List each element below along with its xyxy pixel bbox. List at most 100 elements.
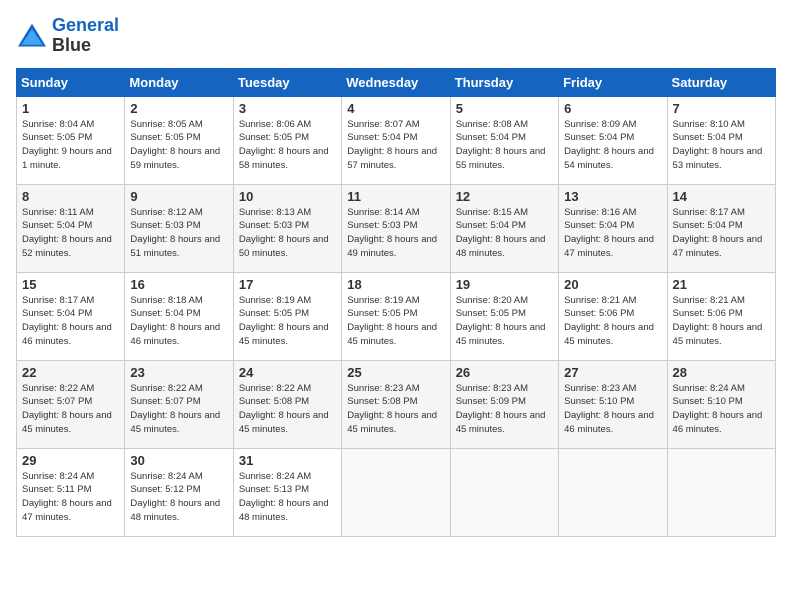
- day-info: Sunrise: 8:17 AM Sunset: 5:04 PM Dayligh…: [673, 206, 770, 261]
- calendar-cell: 7 Sunrise: 8:10 AM Sunset: 5:04 PM Dayli…: [667, 96, 775, 184]
- day-number: 29: [22, 453, 119, 468]
- day-number: 12: [456, 189, 553, 204]
- day-number: 27: [564, 365, 661, 380]
- day-number: 30: [130, 453, 227, 468]
- weekday-header: Monday: [125, 68, 233, 96]
- day-info: Sunrise: 8:24 AM Sunset: 5:10 PM Dayligh…: [673, 382, 770, 437]
- logo-text: General Blue: [52, 16, 119, 56]
- calendar-cell: 26 Sunrise: 8:23 AM Sunset: 5:09 PM Dayl…: [450, 360, 558, 448]
- day-info: Sunrise: 8:18 AM Sunset: 5:04 PM Dayligh…: [130, 294, 227, 349]
- calendar-cell: 10 Sunrise: 8:13 AM Sunset: 5:03 PM Dayl…: [233, 184, 341, 272]
- day-number: 24: [239, 365, 336, 380]
- day-info: Sunrise: 8:22 AM Sunset: 5:08 PM Dayligh…: [239, 382, 336, 437]
- day-number: 19: [456, 277, 553, 292]
- calendar-cell: 8 Sunrise: 8:11 AM Sunset: 5:04 PM Dayli…: [17, 184, 125, 272]
- day-number: 28: [673, 365, 770, 380]
- weekday-header: Friday: [559, 68, 667, 96]
- calendar-cell: 2 Sunrise: 8:05 AM Sunset: 5:05 PM Dayli…: [125, 96, 233, 184]
- calendar-cell: 19 Sunrise: 8:20 AM Sunset: 5:05 PM Dayl…: [450, 272, 558, 360]
- calendar-header-row: SundayMondayTuesdayWednesdayThursdayFrid…: [17, 68, 776, 96]
- calendar-week-row: 29 Sunrise: 8:24 AM Sunset: 5:11 PM Dayl…: [17, 448, 776, 536]
- calendar-cell: 31 Sunrise: 8:24 AM Sunset: 5:13 PM Dayl…: [233, 448, 341, 536]
- calendar-table: SundayMondayTuesdayWednesdayThursdayFrid…: [16, 68, 776, 537]
- calendar-week-row: 1 Sunrise: 8:04 AM Sunset: 5:05 PM Dayli…: [17, 96, 776, 184]
- day-number: 23: [130, 365, 227, 380]
- calendar-cell: [559, 448, 667, 536]
- calendar-cell: 1 Sunrise: 8:04 AM Sunset: 5:05 PM Dayli…: [17, 96, 125, 184]
- day-number: 11: [347, 189, 444, 204]
- day-number: 10: [239, 189, 336, 204]
- day-info: Sunrise: 8:08 AM Sunset: 5:04 PM Dayligh…: [456, 118, 553, 173]
- calendar-cell: 17 Sunrise: 8:19 AM Sunset: 5:05 PM Dayl…: [233, 272, 341, 360]
- calendar-week-row: 8 Sunrise: 8:11 AM Sunset: 5:04 PM Dayli…: [17, 184, 776, 272]
- day-number: 1: [22, 101, 119, 116]
- calendar-cell: 27 Sunrise: 8:23 AM Sunset: 5:10 PM Dayl…: [559, 360, 667, 448]
- day-number: 14: [673, 189, 770, 204]
- calendar-cell: 18 Sunrise: 8:19 AM Sunset: 5:05 PM Dayl…: [342, 272, 450, 360]
- day-number: 22: [22, 365, 119, 380]
- day-info: Sunrise: 8:19 AM Sunset: 5:05 PM Dayligh…: [347, 294, 444, 349]
- logo-icon: [16, 22, 48, 50]
- day-number: 17: [239, 277, 336, 292]
- day-info: Sunrise: 8:23 AM Sunset: 5:08 PM Dayligh…: [347, 382, 444, 437]
- calendar-week-row: 22 Sunrise: 8:22 AM Sunset: 5:07 PM Dayl…: [17, 360, 776, 448]
- day-info: Sunrise: 8:13 AM Sunset: 5:03 PM Dayligh…: [239, 206, 336, 261]
- calendar-cell: 6 Sunrise: 8:09 AM Sunset: 5:04 PM Dayli…: [559, 96, 667, 184]
- calendar-cell: 25 Sunrise: 8:23 AM Sunset: 5:08 PM Dayl…: [342, 360, 450, 448]
- logo: General Blue: [16, 16, 119, 56]
- calendar-cell: 9 Sunrise: 8:12 AM Sunset: 5:03 PM Dayli…: [125, 184, 233, 272]
- calendar-week-row: 15 Sunrise: 8:17 AM Sunset: 5:04 PM Dayl…: [17, 272, 776, 360]
- day-info: Sunrise: 8:11 AM Sunset: 5:04 PM Dayligh…: [22, 206, 119, 261]
- calendar-cell: 30 Sunrise: 8:24 AM Sunset: 5:12 PM Dayl…: [125, 448, 233, 536]
- calendar-cell: 4 Sunrise: 8:07 AM Sunset: 5:04 PM Dayli…: [342, 96, 450, 184]
- calendar-cell: 13 Sunrise: 8:16 AM Sunset: 5:04 PM Dayl…: [559, 184, 667, 272]
- day-number: 8: [22, 189, 119, 204]
- day-info: Sunrise: 8:15 AM Sunset: 5:04 PM Dayligh…: [456, 206, 553, 261]
- day-info: Sunrise: 8:22 AM Sunset: 5:07 PM Dayligh…: [130, 382, 227, 437]
- day-number: 2: [130, 101, 227, 116]
- calendar-cell: 24 Sunrise: 8:22 AM Sunset: 5:08 PM Dayl…: [233, 360, 341, 448]
- day-number: 5: [456, 101, 553, 116]
- day-number: 25: [347, 365, 444, 380]
- calendar-cell: [342, 448, 450, 536]
- calendar-cell: 11 Sunrise: 8:14 AM Sunset: 5:03 PM Dayl…: [342, 184, 450, 272]
- day-number: 9: [130, 189, 227, 204]
- day-info: Sunrise: 8:17 AM Sunset: 5:04 PM Dayligh…: [22, 294, 119, 349]
- day-number: 6: [564, 101, 661, 116]
- calendar-cell: 20 Sunrise: 8:21 AM Sunset: 5:06 PM Dayl…: [559, 272, 667, 360]
- calendar-cell: 5 Sunrise: 8:08 AM Sunset: 5:04 PM Dayli…: [450, 96, 558, 184]
- calendar-cell: [667, 448, 775, 536]
- day-info: Sunrise: 8:23 AM Sunset: 5:10 PM Dayligh…: [564, 382, 661, 437]
- calendar-cell: 12 Sunrise: 8:15 AM Sunset: 5:04 PM Dayl…: [450, 184, 558, 272]
- day-number: 21: [673, 277, 770, 292]
- day-number: 31: [239, 453, 336, 468]
- day-info: Sunrise: 8:10 AM Sunset: 5:04 PM Dayligh…: [673, 118, 770, 173]
- calendar-cell: 3 Sunrise: 8:06 AM Sunset: 5:05 PM Dayli…: [233, 96, 341, 184]
- day-info: Sunrise: 8:21 AM Sunset: 5:06 PM Dayligh…: [564, 294, 661, 349]
- calendar-cell: 23 Sunrise: 8:22 AM Sunset: 5:07 PM Dayl…: [125, 360, 233, 448]
- day-info: Sunrise: 8:20 AM Sunset: 5:05 PM Dayligh…: [456, 294, 553, 349]
- weekday-header: Wednesday: [342, 68, 450, 96]
- day-number: 7: [673, 101, 770, 116]
- weekday-header: Thursday: [450, 68, 558, 96]
- day-info: Sunrise: 8:12 AM Sunset: 5:03 PM Dayligh…: [130, 206, 227, 261]
- calendar-body: 1 Sunrise: 8:04 AM Sunset: 5:05 PM Dayli…: [17, 96, 776, 536]
- calendar-cell: 22 Sunrise: 8:22 AM Sunset: 5:07 PM Dayl…: [17, 360, 125, 448]
- day-info: Sunrise: 8:22 AM Sunset: 5:07 PM Dayligh…: [22, 382, 119, 437]
- day-number: 3: [239, 101, 336, 116]
- day-number: 20: [564, 277, 661, 292]
- day-info: Sunrise: 8:06 AM Sunset: 5:05 PM Dayligh…: [239, 118, 336, 173]
- calendar-cell: 21 Sunrise: 8:21 AM Sunset: 5:06 PM Dayl…: [667, 272, 775, 360]
- calendar-cell: 29 Sunrise: 8:24 AM Sunset: 5:11 PM Dayl…: [17, 448, 125, 536]
- weekday-header: Saturday: [667, 68, 775, 96]
- day-info: Sunrise: 8:24 AM Sunset: 5:12 PM Dayligh…: [130, 470, 227, 525]
- calendar-cell: 15 Sunrise: 8:17 AM Sunset: 5:04 PM Dayl…: [17, 272, 125, 360]
- day-number: 16: [130, 277, 227, 292]
- day-number: 4: [347, 101, 444, 116]
- day-number: 26: [456, 365, 553, 380]
- day-info: Sunrise: 8:19 AM Sunset: 5:05 PM Dayligh…: [239, 294, 336, 349]
- calendar-cell: 14 Sunrise: 8:17 AM Sunset: 5:04 PM Dayl…: [667, 184, 775, 272]
- calendar-cell: 16 Sunrise: 8:18 AM Sunset: 5:04 PM Dayl…: [125, 272, 233, 360]
- day-info: Sunrise: 8:04 AM Sunset: 5:05 PM Dayligh…: [22, 118, 119, 173]
- day-number: 18: [347, 277, 444, 292]
